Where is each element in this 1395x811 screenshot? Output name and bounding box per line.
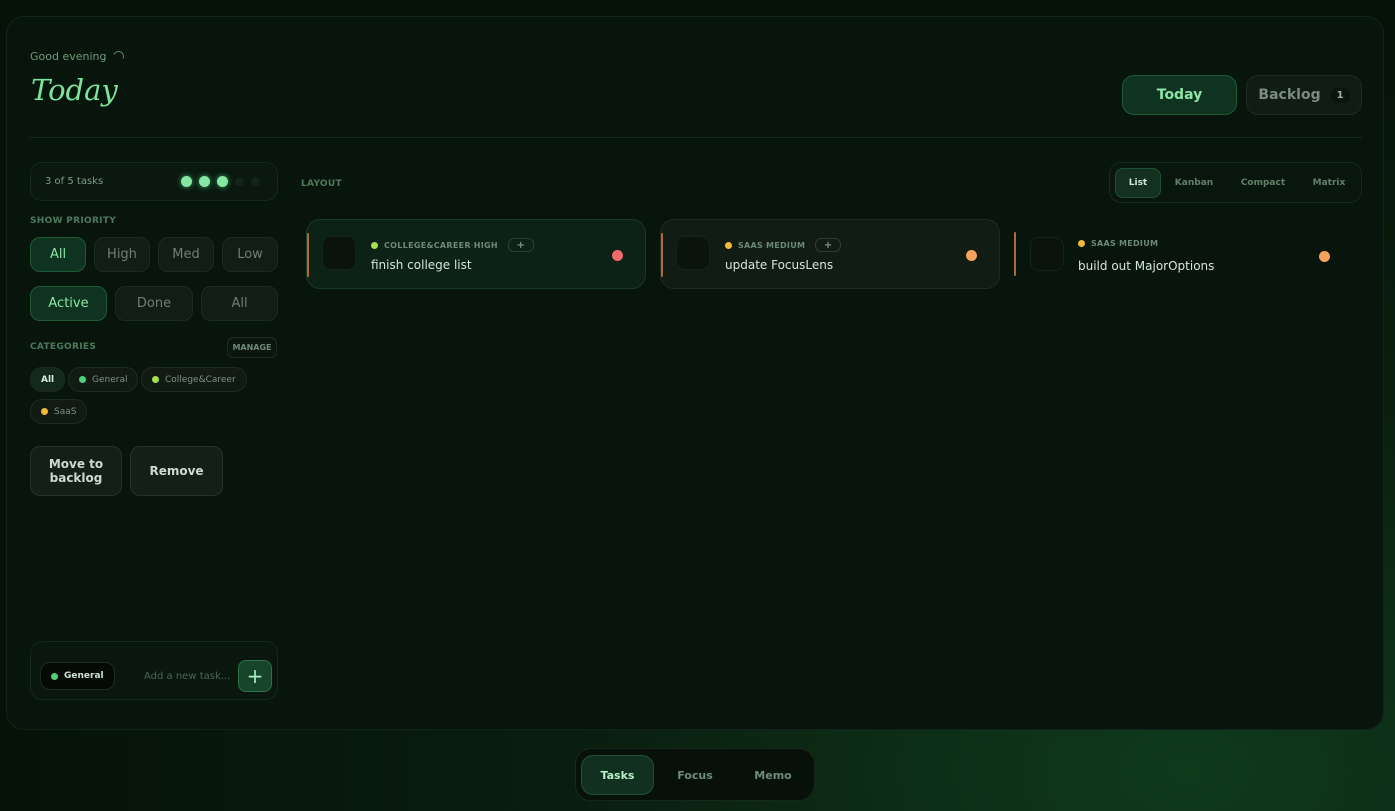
task-priority: HIGH — [473, 240, 498, 250]
category-chip-college-career[interactable]: College&Career — [141, 367, 247, 392]
tab-backlog[interactable]: Backlog 1 — [1246, 75, 1362, 115]
manage-categories-button[interactable]: MANAGE — [227, 337, 277, 358]
main-panel: Good evening Today Today Backlog 1 3 of … — [6, 16, 1384, 730]
task-checkbox[interactable] — [676, 236, 710, 270]
category-color-dot — [371, 241, 378, 249]
category-chip-label: College&Career — [165, 374, 236, 385]
task-title: finish college list — [371, 258, 472, 272]
task-accent-bar — [1014, 232, 1016, 276]
status-filter-all[interactable]: All — [201, 286, 278, 321]
task-checkbox[interactable] — [1030, 237, 1064, 271]
task-card[interactable]: SAAS·MEDIUM build out MajorOptions — [1014, 219, 1354, 289]
nav-tab-tasks[interactable]: Tasks — [581, 755, 654, 795]
task-category: SAAS — [738, 240, 764, 250]
priority-dot — [966, 250, 977, 261]
priority-dot — [1319, 251, 1330, 262]
progress-text: 3 of 5 tasks — [45, 176, 104, 187]
layout-tab-compact[interactable]: Compact — [1230, 168, 1296, 198]
progress-dot — [199, 176, 210, 187]
progress-dot — [217, 176, 228, 187]
add-task-category-label: General — [64, 671, 104, 681]
plus-icon: + — [246, 664, 264, 688]
backlog-count-badge: 1 — [1330, 87, 1350, 103]
category-chip-all[interactable]: All — [30, 367, 66, 392]
header-divider — [29, 137, 1362, 138]
bottom-nav: Tasks Focus Memo — [575, 748, 815, 801]
category-color-dot — [79, 376, 86, 383]
status-filter-active[interactable]: Active — [30, 286, 107, 321]
task-card[interactable]: SAAS·MEDIUM + update FocusLens — [660, 219, 1000, 289]
moon-icon — [110, 49, 126, 64]
task-meta: SAAS·MEDIUM — [1078, 239, 1158, 248]
task-accent-bar — [307, 233, 309, 277]
task-meta: SAAS·MEDIUM + — [725, 238, 842, 252]
priority-section-label: SHOW PRIORITY — [30, 216, 117, 226]
priority-filter-med[interactable]: Med — [158, 237, 214, 272]
task-meta: COLLEGE&CAREER·HIGH + — [371, 238, 534, 252]
greeting-text: Good evening — [30, 50, 107, 63]
progress-card: 3 of 5 tasks — [30, 162, 278, 201]
page-title: Today — [31, 73, 118, 107]
layout-tab-list[interactable]: List — [1115, 168, 1161, 198]
category-chip-saas[interactable]: SaaS — [30, 399, 88, 424]
category-color-dot — [152, 376, 159, 383]
layout-label: LAYOUT — [301, 179, 342, 189]
tab-today-label: Today — [1156, 87, 1203, 103]
progress-dot — [235, 177, 244, 186]
add-task-input[interactable]: Add a new task... — [144, 671, 230, 682]
nav-tab-focus[interactable]: Focus — [660, 755, 730, 795]
add-task-category-select[interactable]: General — [40, 662, 115, 690]
category-chip-label: All — [41, 374, 55, 385]
category-color-dot — [51, 672, 58, 680]
add-task-button[interactable]: + — [238, 660, 272, 692]
task-accent-bar — [661, 233, 663, 277]
category-chip-label: General — [92, 374, 128, 385]
priority-filter-low[interactable]: Low — [222, 237, 278, 272]
layout-tabs: List Kanban Compact Matrix — [1109, 162, 1362, 203]
progress-dot — [251, 177, 260, 186]
progress-dot — [181, 176, 192, 187]
priority-filter-all[interactable]: All — [30, 237, 86, 272]
category-chip-label: SaaS — [54, 406, 77, 417]
progress-dots — [181, 176, 260, 187]
tab-today[interactable]: Today — [1122, 75, 1237, 115]
category-chip-general[interactable]: General — [68, 367, 139, 392]
task-checkbox[interactable] — [322, 236, 356, 270]
category-color-dot — [725, 241, 732, 249]
task-category: COLLEGE&CAREER — [384, 240, 471, 250]
layout-tab-matrix[interactable]: Matrix — [1302, 168, 1356, 198]
priority-filter-high[interactable]: High — [94, 237, 150, 272]
task-priority: MEDIUM — [1118, 239, 1159, 248]
task-title: update FocusLens — [725, 258, 834, 272]
task-title: build out MajorOptions — [1078, 259, 1215, 273]
move-to-backlog-button[interactable]: Move to backlog — [30, 446, 122, 496]
status-filter-done[interactable]: Done — [115, 286, 193, 321]
add-task-bar: General Add a new task... + — [30, 641, 278, 700]
add-subtask-button[interactable]: + — [815, 238, 842, 252]
category-color-dot — [41, 408, 48, 415]
add-subtask-button[interactable]: + — [507, 238, 534, 252]
task-card[interactable]: COLLEGE&CAREER·HIGH + finish college lis… — [306, 219, 646, 289]
greeting: Good evening — [30, 49, 126, 64]
task-priority: MEDIUM — [765, 240, 806, 250]
task-category: SAAS — [1091, 239, 1117, 248]
remove-button[interactable]: Remove — [130, 446, 223, 496]
category-color-dot — [1078, 240, 1085, 247]
categories-section-label: CATEGORIES — [30, 342, 97, 352]
tab-backlog-label: Backlog — [1258, 87, 1321, 103]
priority-dot — [612, 250, 623, 261]
layout-tab-kanban[interactable]: Kanban — [1166, 168, 1222, 198]
nav-tab-memo[interactable]: Memo — [736, 755, 810, 795]
